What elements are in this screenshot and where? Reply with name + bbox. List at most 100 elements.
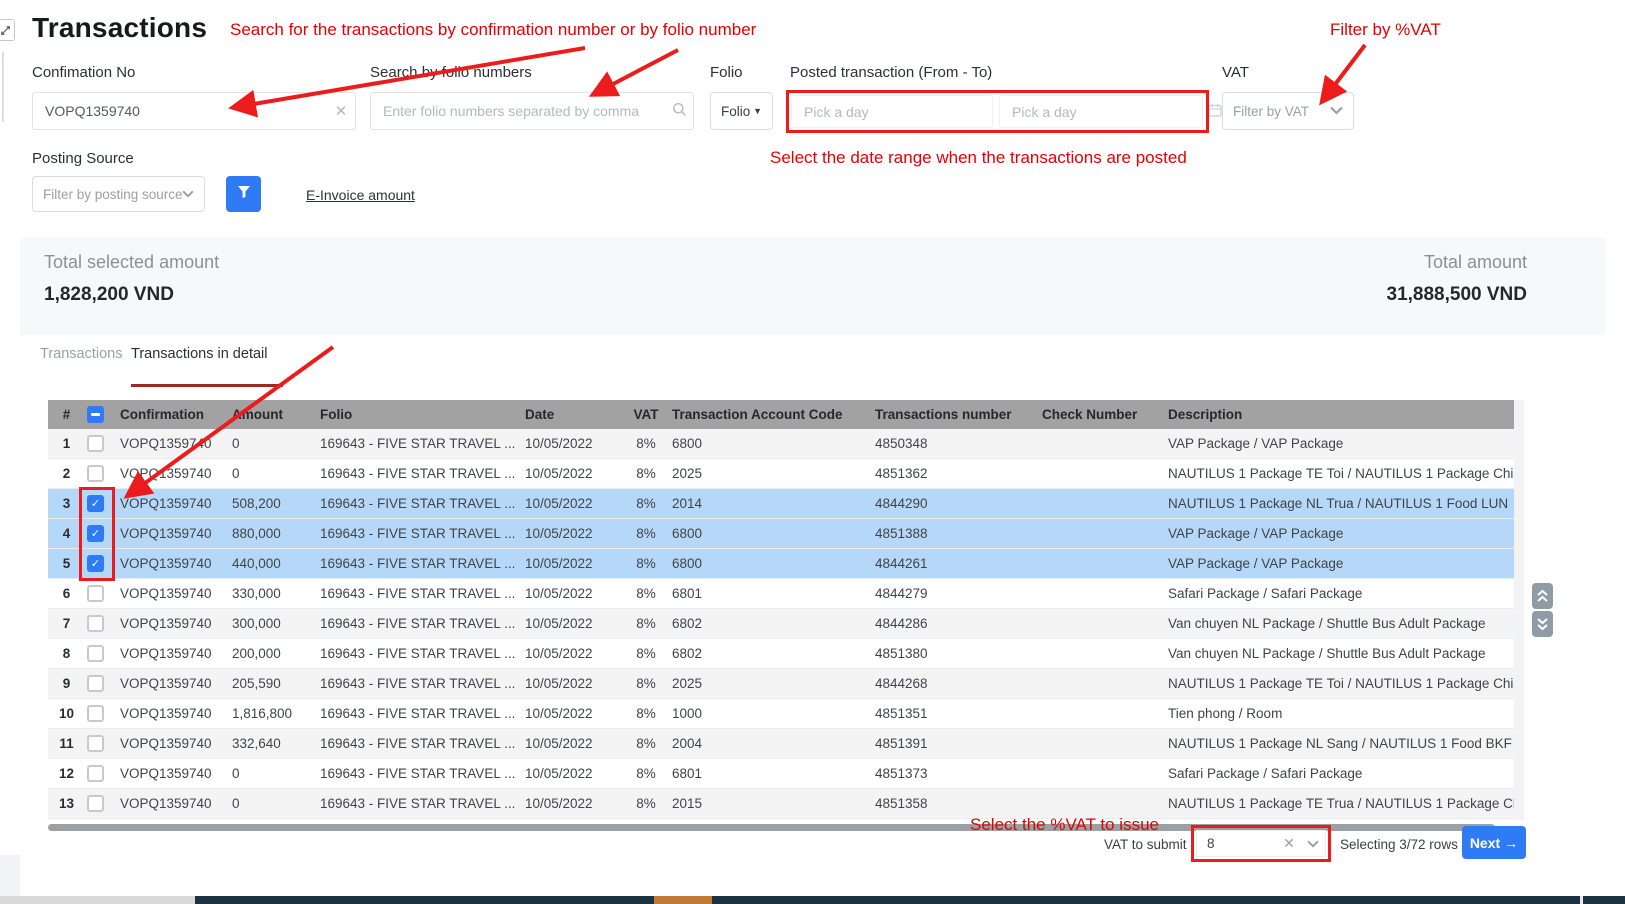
cell-checkbox xyxy=(85,675,120,692)
table-row[interactable]: 9VOPQ1359740205,590169643 - FIVE STAR TR… xyxy=(48,669,1523,699)
row-checkbox[interactable] xyxy=(87,705,104,722)
cell-date: 10/05/2022 xyxy=(525,616,620,631)
cell-index: 10 xyxy=(48,706,85,721)
row-checkbox[interactable]: ✓ xyxy=(87,495,104,512)
vat-filter-select[interactable]: Filter by VAT xyxy=(1222,92,1354,130)
scroll-to-bottom-button[interactable] xyxy=(1532,611,1553,637)
column-header-index: # xyxy=(48,407,85,422)
vat-label: VAT xyxy=(1222,64,1249,81)
column-header-account_code: Transaction Account Code xyxy=(672,407,875,422)
cell-vat: 8% xyxy=(620,616,672,631)
cell-description: Safari Package / Safari Package xyxy=(1168,766,1523,781)
cell-amount: 332,640 xyxy=(232,736,320,751)
transactions-page: Transactions Search for the transactions… xyxy=(0,0,1625,904)
cell-confirmation: VOPQ1359740 xyxy=(120,646,232,661)
cell-description: VAP Package / VAP Package xyxy=(1168,526,1523,541)
confirmation-no-input[interactable] xyxy=(33,103,327,119)
clear-icon[interactable]: ✕ xyxy=(327,102,355,120)
table-vertical-scrollbar[interactable] xyxy=(1514,400,1524,820)
folio-dropdown[interactable]: Folio ▼ xyxy=(710,92,773,130)
table-row[interactable]: 1VOPQ13597400169643 - FIVE STAR TRAVEL .… xyxy=(48,429,1523,459)
collapse-panel-icon[interactable] xyxy=(0,19,15,41)
cell-confirmation: VOPQ1359740 xyxy=(120,466,232,481)
folio-search-input[interactable] xyxy=(371,103,665,119)
table-row[interactable]: 11VOPQ1359740332,640169643 - FIVE STAR T… xyxy=(48,729,1523,759)
row-checkbox[interactable] xyxy=(87,765,104,782)
table-row[interactable]: 13VOPQ13597400169643 - FIVE STAR TRAVEL … xyxy=(48,789,1523,819)
row-checkbox[interactable] xyxy=(87,795,104,812)
row-checkbox[interactable] xyxy=(87,435,104,452)
cell-index: 4 xyxy=(48,526,85,541)
row-checkbox[interactable] xyxy=(87,615,104,632)
row-checkbox[interactable] xyxy=(87,675,104,692)
caret-down-icon: ▼ xyxy=(753,106,762,116)
table-row[interactable]: 3✓VOPQ1359740508,200169643 - FIVE STAR T… xyxy=(48,489,1523,519)
cell-trans_number: 4844286 xyxy=(875,616,1042,631)
row-checkbox[interactable] xyxy=(87,735,104,752)
table-row[interactable]: 6VOPQ1359740330,000169643 - FIVE STAR TR… xyxy=(48,579,1523,609)
row-checkbox[interactable]: ✓ xyxy=(87,525,104,542)
cell-date: 10/05/2022 xyxy=(525,796,620,811)
tab-transactions-in-detail[interactable]: Transactions in detail xyxy=(131,346,267,362)
select-all-checkbox[interactable] xyxy=(87,406,104,423)
row-checkbox[interactable] xyxy=(87,465,104,482)
cell-trans_number: 4851391 xyxy=(875,736,1042,751)
table-row[interactable]: 12VOPQ13597400169643 - FIVE STAR TRAVEL … xyxy=(48,759,1523,789)
cell-account_code: 6800 xyxy=(672,436,875,451)
apply-filter-button[interactable] xyxy=(226,176,261,212)
cell-checkbox: ✓ xyxy=(85,555,120,572)
row-checkbox[interactable]: ✓ xyxy=(87,555,104,572)
posting-source-select[interactable]: Filter by posting source xyxy=(32,176,205,212)
cell-amount: 330,000 xyxy=(232,586,320,601)
next-button-label: Next xyxy=(1470,835,1500,851)
cell-index: 2 xyxy=(48,466,85,481)
einvoice-amount-link[interactable]: E-Invoice amount xyxy=(306,187,415,203)
header-cell-checkbox xyxy=(85,406,120,423)
cell-folio: 169643 - FIVE STAR TRAVEL ... xyxy=(320,796,525,811)
scroll-to-top-button[interactable] xyxy=(1532,583,1553,609)
vat-to-submit-select[interactable]: 8 ✕ xyxy=(1196,830,1326,857)
cell-confirmation: VOPQ1359740 xyxy=(120,766,232,781)
double-chevron-down-icon xyxy=(1536,617,1549,631)
folio-search-label: Search by folio numbers xyxy=(370,64,532,81)
cell-vat: 8% xyxy=(620,736,672,751)
cell-folio: 169643 - FIVE STAR TRAVEL ... xyxy=(320,436,525,451)
cell-account_code: 2015 xyxy=(672,796,875,811)
chevron-down-icon[interactable] xyxy=(1301,835,1325,853)
cell-vat: 8% xyxy=(620,556,672,571)
cell-description: NAUTILUS 1 Package TE Toi / NAUTILUS 1 P… xyxy=(1168,676,1523,691)
cell-vat: 8% xyxy=(620,646,672,661)
column-header-confirmation: Confirmation xyxy=(120,407,232,422)
clear-icon[interactable]: ✕ xyxy=(1277,835,1301,852)
tab-transactions[interactable]: Transactions xyxy=(40,346,122,362)
cell-date: 10/05/2022 xyxy=(525,466,620,481)
cell-account_code: 2004 xyxy=(672,736,875,751)
next-button[interactable]: Next → xyxy=(1462,826,1526,859)
cell-trans_number: 4851388 xyxy=(875,526,1042,541)
cell-description: Van chuyen NL Package / Shuttle Bus Adul… xyxy=(1168,646,1523,661)
cell-amount: 0 xyxy=(232,766,320,781)
posted-from-input[interactable] xyxy=(792,104,993,120)
table-row[interactable]: 4✓VOPQ1359740880,000169643 - FIVE STAR T… xyxy=(48,519,1523,549)
table-row[interactable]: 8VOPQ1359740200,000169643 - FIVE STAR TR… xyxy=(48,639,1523,669)
row-checkbox[interactable] xyxy=(87,645,104,662)
column-header-check_number: Check Number xyxy=(1042,407,1168,422)
cell-description: NAUTILUS 1 Package TE Trua / NAUTILUS 1 … xyxy=(1168,796,1523,811)
totals-panel xyxy=(20,238,1605,335)
cell-amount: 0 xyxy=(232,436,320,451)
cell-date: 10/05/2022 xyxy=(525,646,620,661)
table-row[interactable]: 7VOPQ1359740300,000169643 - FIVE STAR TR… xyxy=(48,609,1523,639)
cell-folio: 169643 - FIVE STAR TRAVEL ... xyxy=(320,556,525,571)
cell-amount: 880,000 xyxy=(232,526,320,541)
table-row[interactable]: 2VOPQ13597400169643 - FIVE STAR TRAVEL .… xyxy=(48,459,1523,489)
cell-description: NAUTILUS 1 Package NL Trua / NAUTILUS 1 … xyxy=(1168,496,1523,511)
cell-folio: 169643 - FIVE STAR TRAVEL ... xyxy=(320,646,525,661)
table-row[interactable]: 10VOPQ13597401,816,800169643 - FIVE STAR… xyxy=(48,699,1523,729)
cell-description: Safari Package / Safari Package xyxy=(1168,586,1523,601)
cell-account_code: 6801 xyxy=(672,766,875,781)
cell-date: 10/05/2022 xyxy=(525,676,620,691)
row-checkbox[interactable] xyxy=(87,585,104,602)
cell-amount: 440,000 xyxy=(232,556,320,571)
table-row[interactable]: 5✓VOPQ1359740440,000169643 - FIVE STAR T… xyxy=(48,549,1523,579)
posted-to-input[interactable] xyxy=(1000,104,1201,120)
